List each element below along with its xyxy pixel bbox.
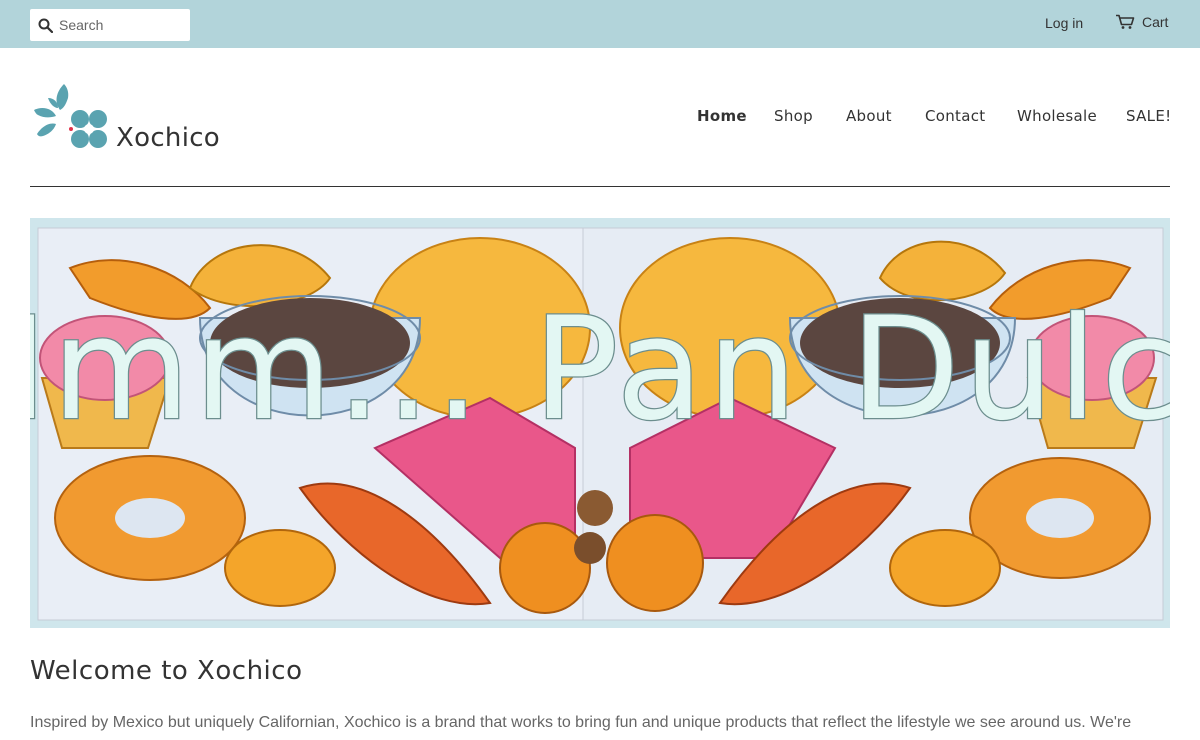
- hero-banner[interactable]: Mmm... Pan Dulce: [30, 218, 1170, 628]
- donut-icon: [54, 455, 246, 581]
- cart-label: Cart: [1142, 14, 1169, 30]
- orange-roll-icon: [606, 514, 704, 612]
- nav-home[interactable]: Home: [697, 107, 747, 125]
- intro-text: Inspired by Mexico but uniquely Californ…: [30, 714, 1132, 731]
- page-heading: Welcome to Xochico: [30, 656, 303, 686]
- nav-about[interactable]: About: [846, 107, 892, 125]
- search-input[interactable]: [59, 17, 177, 33]
- nav-contact[interactable]: Contact: [925, 107, 985, 125]
- cart-link[interactable]: Cart: [1115, 14, 1168, 30]
- login-link[interactable]: Log in: [1045, 15, 1083, 31]
- cookie-icon: [577, 490, 613, 526]
- hero-title: Mmm... Pan Dulce: [30, 287, 1170, 452]
- pan-dulce-artwork: Mmm... Pan Dulce: [30, 218, 1170, 628]
- header-divider: [30, 186, 1170, 187]
- main-nav: Home Shop About Contact Wholesale SALE!: [0, 107, 1200, 129]
- search-icon[interactable]: [38, 18, 53, 33]
- cookie-icon: [574, 532, 606, 564]
- cart-icon[interactable]: [1115, 14, 1135, 30]
- search-box[interactable]: [30, 9, 190, 41]
- nav-shop[interactable]: Shop: [774, 107, 813, 125]
- orange-roll-icon: [499, 522, 591, 614]
- empanada-icon: [889, 529, 1001, 607]
- nav-wholesale[interactable]: Wholesale: [1017, 107, 1097, 125]
- empanada-icon: [224, 529, 336, 607]
- nav-sale[interactable]: SALE!: [1126, 107, 1171, 125]
- announcement-topbar: Log in Cart: [0, 0, 1200, 48]
